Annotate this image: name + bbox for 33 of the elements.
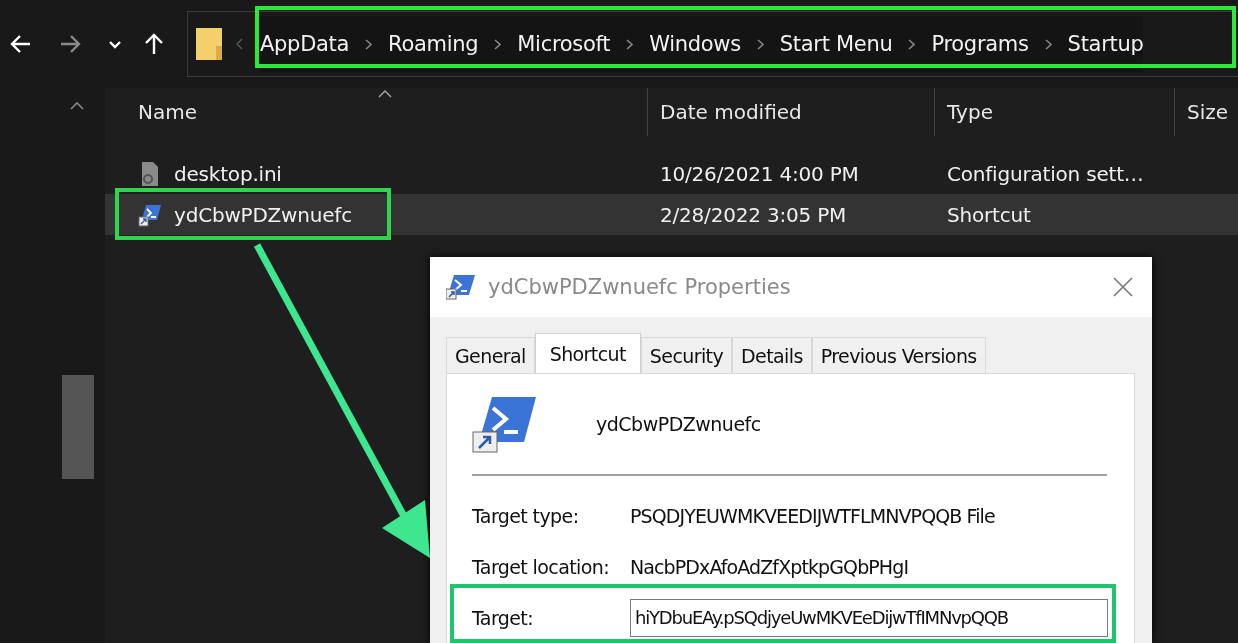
date-modified: 10/26/2021 4:00 PM <box>660 161 859 186</box>
file-row[interactable]: desktop.ini 10/26/2021 4:00 PM Configuration sett… <box>105 153 1238 194</box>
column-header[interactable]: Size <box>1187 100 1229 124</box>
field-value: PSQDJYEUWMKVEEDIJWTFLMNVPQQB File <box>630 504 995 527</box>
tab[interactable]: General <box>446 337 535 373</box>
breadcrumb-item[interactable]: Windows <box>649 32 741 56</box>
breadcrumb-item[interactable]: Microsoft <box>517 32 611 56</box>
column-header[interactable]: Name <box>138 100 197 124</box>
field-label: Target location: <box>472 555 610 578</box>
breadcrumb-item[interactable]: Roaming <box>388 32 479 56</box>
field-value: NacbPDxAfoAdZfXptkpGQbPHgI <box>630 555 909 578</box>
breadcrumb-item[interactable]: AppData <box>260 32 350 56</box>
file-type: Configuration sett… <box>947 161 1144 186</box>
breadcrumb-item[interactable]: Startup <box>1067 32 1144 56</box>
file-row[interactable]: ydCbwPDZwnuefc 2/28/2022 3:05 PM Shortcut <box>105 194 1238 235</box>
file-name: ydCbwPDZwnuefc <box>596 413 761 435</box>
file-name: ydCbwPDZwnuefc <box>174 202 352 227</box>
field-label: Target type: <box>472 504 580 527</box>
dialog-title: ydCbwPDZwnuefc Properties <box>488 275 791 299</box>
file-name: desktop.ini <box>174 161 282 186</box>
tab[interactable]: Security <box>640 337 733 373</box>
column-header[interactable]: Date modified <box>660 100 802 124</box>
file-type: Shortcut <box>947 202 1031 227</box>
breadcrumb-item[interactable]: Programs <box>931 32 1029 56</box>
tab[interactable]: Previous Versions <box>811 337 986 373</box>
column-header[interactable]: Type <box>947 100 993 124</box>
breadcrumb-item[interactable]: Start Menu <box>779 32 893 56</box>
date-modified: 2/28/2022 3:05 PM <box>660 202 847 227</box>
field-label: Target: <box>472 606 534 629</box>
tab[interactable]: Shortcut <box>534 333 641 373</box>
address-bar[interactable]: AppData Roaming Microsoft Windows Start Menu Programs Startup <box>187 11 1238 77</box>
target-field[interactable]: hiYDbuEAy.pSQdjyeUwMKVEeDijwTfIMNvpQQB <box>630 598 1108 637</box>
tab[interactable]: Details <box>732 337 812 373</box>
